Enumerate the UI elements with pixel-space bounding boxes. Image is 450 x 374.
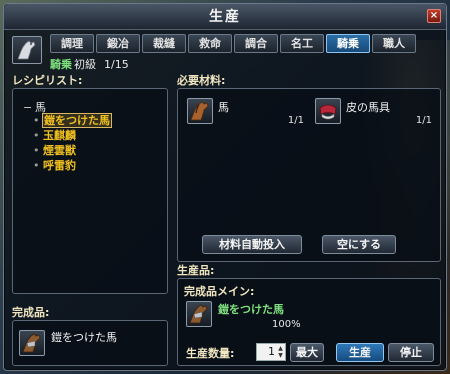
material-qty: 1/1: [287, 115, 304, 126]
material-name: 皮の馬具: [346, 101, 390, 114]
auto-insert-button[interactable]: 材料自動投入: [202, 235, 302, 254]
material-name: 馬: [218, 101, 229, 114]
skill-rank: 初級: [74, 58, 96, 71]
bullet-icon: •: [33, 159, 40, 172]
tab-alchemy[interactable]: 調合: [234, 34, 278, 53]
skill-status: 騎乗 初級 1/15: [50, 56, 129, 72]
product-panel: 完成品メイン: 鎧をつけた馬 100% 生産数量: 1 ▲ ▼ 最大 生産 停止: [177, 278, 441, 366]
recipe-list-label: レシピリスト:: [12, 74, 83, 87]
armored-horse-icon[interactable]: [19, 330, 45, 356]
bullet-icon: •: [33, 129, 40, 142]
tab-smithing[interactable]: 鍛冶: [96, 34, 140, 53]
quantity-label: 生産数量:: [186, 347, 235, 360]
result-name: 鎧をつけた馬: [51, 331, 117, 344]
window-title: 生産: [209, 9, 241, 25]
horse-icon: [187, 98, 213, 124]
material-slot[interactable]: 馬 1/1: [184, 95, 308, 131]
window-titlebar[interactable]: 生産 ×: [4, 4, 446, 30]
main-product-name: 鎧をつけた馬: [218, 303, 284, 316]
result-panel: 鎧をつけた馬: [12, 320, 168, 366]
tab-cooking[interactable]: 調理: [50, 34, 94, 53]
clear-button[interactable]: 空にする: [322, 235, 396, 254]
saddle-icon: [315, 98, 341, 124]
stop-button[interactable]: 停止: [388, 343, 434, 362]
bullet-icon: •: [33, 114, 40, 127]
quantity-input[interactable]: 1 ▲ ▼: [256, 343, 286, 361]
close-button[interactable]: ×: [427, 9, 441, 23]
material-slot[interactable]: 皮の馬具 1/1: [312, 95, 436, 131]
recipe-item[interactable]: • 煙雲獣: [33, 143, 111, 158]
tab-artisan[interactable]: 職人: [372, 34, 416, 53]
tab-master[interactable]: 名工: [280, 34, 324, 53]
production-window: 生産 × 調理 鍛冶 裁縫 救命 調合 名工 騎乗 職人 騎乗 初級 1/15 レシ…: [3, 3, 447, 371]
bullet-icon: •: [33, 144, 40, 157]
skill-progress: 1/15: [104, 58, 129, 71]
recipe-item[interactable]: • 呼雷豹: [33, 158, 111, 173]
tab-tailoring[interactable]: 裁縫: [142, 34, 186, 53]
tab-riding[interactable]: 騎乗: [326, 34, 370, 53]
recipe-item[interactable]: • 玉麒麟: [33, 128, 111, 143]
main-product-label: 完成品メイン:: [184, 285, 255, 298]
tab-first-aid[interactable]: 救命: [188, 34, 232, 53]
max-button[interactable]: 最大: [290, 343, 324, 362]
produce-button[interactable]: 生産: [336, 343, 384, 362]
materials-panel: 馬 1/1 皮の馬具 1/1 材料自動投入 空にする: [177, 88, 441, 262]
skill-name: 騎乗: [50, 58, 72, 71]
materials-label: 必要材料:: [177, 74, 226, 87]
product-label: 生産品:: [177, 264, 215, 277]
recipe-list: − 馬 • 鎧をつけた馬 • 玉麒麟 • 煙雲獣 • 呼雷豹: [12, 88, 168, 294]
material-qty: 1/1: [415, 115, 432, 126]
craft-tabs: 調理 鍛冶 裁縫 救命 調合 名工 騎乗 職人: [50, 34, 416, 54]
horse-icon: [12, 36, 42, 64]
recipe-item[interactable]: • 鎧をつけた馬: [33, 113, 112, 128]
spinner-icon[interactable]: ▲ ▼: [277, 345, 284, 359]
success-rate: 100%: [272, 319, 301, 330]
recipe-items: • 鎧をつけた馬 • 玉麒麟 • 煙雲獣 • 呼雷豹: [33, 113, 112, 173]
armored-horse-icon[interactable]: [186, 301, 212, 327]
result-label: 完成品:: [12, 306, 50, 319]
